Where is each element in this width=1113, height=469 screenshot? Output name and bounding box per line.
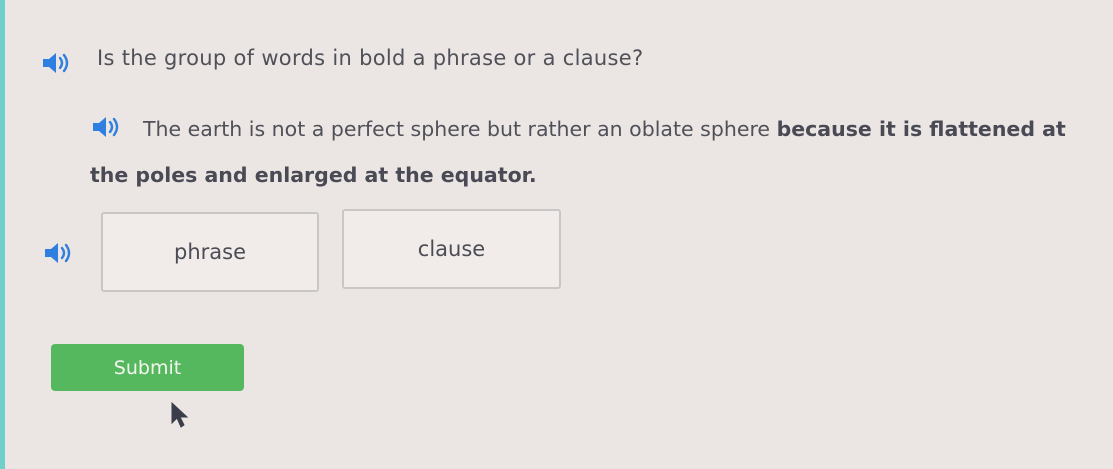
choice-label: clause <box>417 237 486 261</box>
question-prompt: Is the group of words in bold a phrase o… <box>97 46 644 70</box>
choice-label: phrase <box>173 240 246 264</box>
submit-label: Submit <box>113 356 182 379</box>
submit-button[interactable]: Submit <box>51 344 244 391</box>
left-accent-bar <box>0 0 5 469</box>
sentence-plain-text: The earth is not a perfect sphere but ra… <box>143 117 777 141</box>
choice-phrase-button[interactable]: phrase <box>101 212 319 292</box>
speaker-icon[interactable] <box>43 242 71 264</box>
mouse-cursor-icon <box>170 401 192 429</box>
example-sentence: The earth is not a perfect sphere but ra… <box>90 106 1070 198</box>
choice-clause-button[interactable]: clause <box>342 209 561 289</box>
speaker-icon[interactable] <box>41 52 69 74</box>
